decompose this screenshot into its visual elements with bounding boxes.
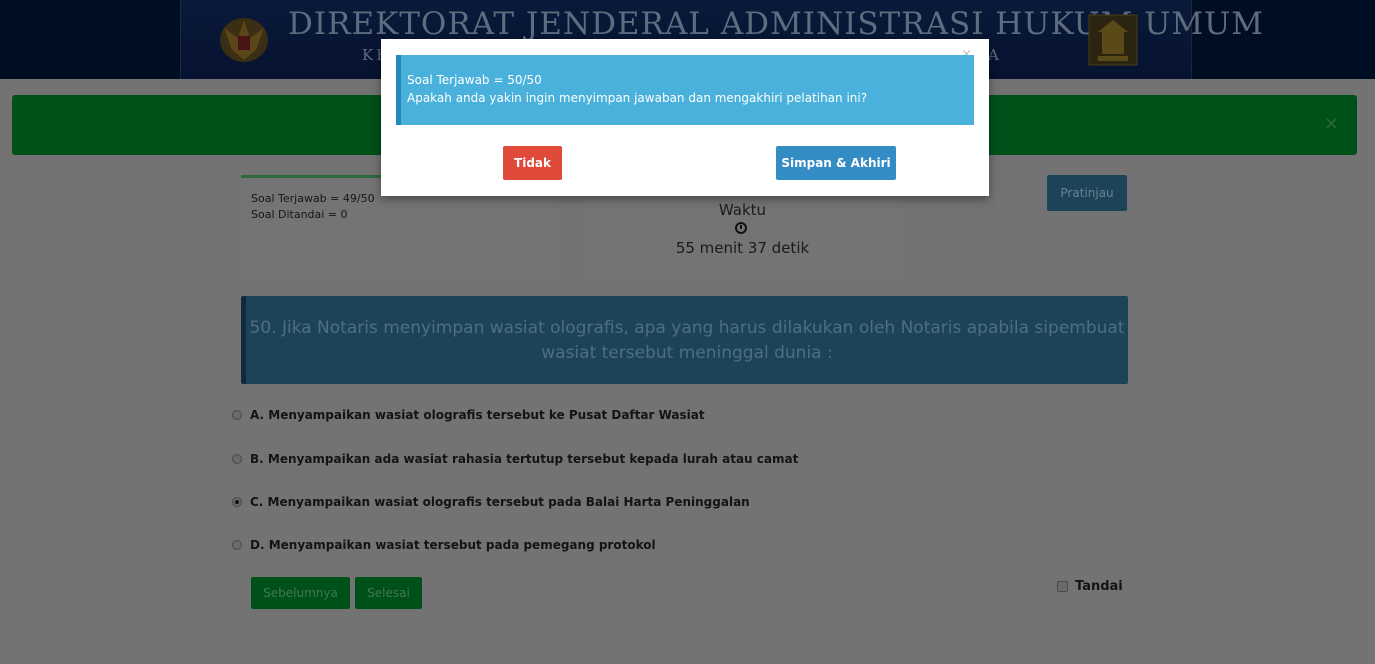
dialog-answered-count: Soal Terjawab = 50/50: [407, 73, 542, 87]
timer-label: Waktu: [718, 201, 767, 219]
dialog-question: Apakah anda yakin ingin menyimpan jawaba…: [407, 91, 868, 105]
clock-icon: [735, 222, 747, 234]
radio-button[interactable]: [232, 410, 242, 420]
preview-button[interactable]: Pratinjau: [1047, 175, 1127, 211]
finish-button[interactable]: Selesai: [355, 577, 422, 609]
mark-label: Tandai: [1075, 579, 1123, 594]
ministry-logo-icon: [1088, 14, 1138, 66]
header-subtitle-end: A: [988, 46, 999, 64]
answer-option-b[interactable]: B. Menyampaikan ada wasiat rahasia tertu…: [232, 449, 798, 469]
question-text: 50. Jika Notaris menyimpan wasiat ologra…: [249, 318, 1125, 363]
option-label: B. Menyampaikan ada wasiat rahasia tertu…: [250, 452, 799, 466]
radio-button-selected[interactable]: [232, 497, 242, 507]
radio-button[interactable]: [232, 540, 242, 550]
marked-count: Soal Ditandai = 0: [251, 208, 348, 221]
previous-button[interactable]: Sebelumnya: [251, 577, 350, 609]
mark-question-toggle[interactable]: Tandai: [1057, 579, 1123, 594]
answer-option-a[interactable]: A. Menyampaikan wasiat olografis tersebu…: [232, 405, 705, 425]
option-label: A. Menyampaikan wasiat olografis tersebu…: [250, 408, 705, 422]
alert-close-icon[interactable]: ×: [1324, 113, 1339, 134]
radio-button[interactable]: [232, 454, 242, 464]
option-label: C. Menyampaikan wasiat olografis tersebu…: [250, 495, 750, 509]
cancel-button[interactable]: Tidak: [503, 146, 562, 180]
save-and-finish-button[interactable]: Simpan & Akhiri: [776, 146, 896, 180]
confirm-dialog: × Soal Terjawab = 50/50 Apakah anda yaki…: [381, 39, 989, 196]
mark-checkbox[interactable]: [1057, 581, 1068, 592]
timer-value: 55 menit 37 detik: [675, 239, 810, 257]
answer-option-c[interactable]: C. Menyampaikan wasiat olografis tersebu…: [232, 492, 750, 512]
question-box: 50. Jika Notaris menyimpan wasiat ologra…: [241, 296, 1128, 384]
garuda-emblem-icon: [220, 18, 268, 62]
dialog-info-alert: Soal Terjawab = 50/50 Apakah anda yakin …: [396, 55, 974, 125]
answer-option-d[interactable]: D. Menyampaikan wasiat tersebut pada pem…: [232, 535, 656, 555]
option-label: D. Menyampaikan wasiat tersebut pada pem…: [250, 538, 656, 552]
